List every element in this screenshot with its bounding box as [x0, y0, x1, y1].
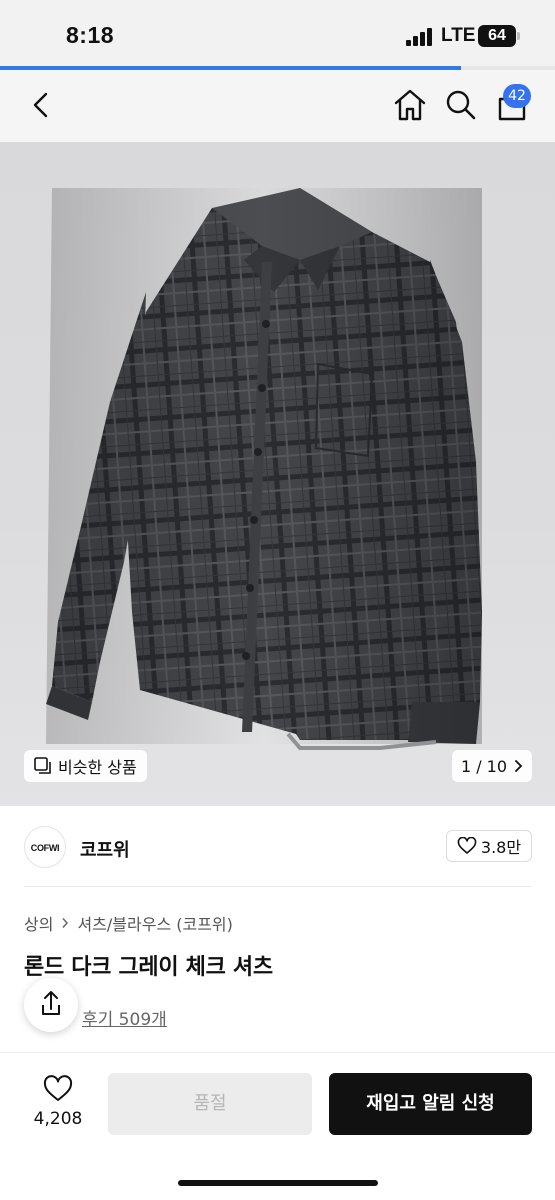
wishlist-button[interactable]: 4,208	[28, 1075, 88, 1129]
cart-count-badge: 42	[503, 84, 531, 108]
chevron-right-icon	[62, 918, 69, 928]
product-title: 론드 다크 그레이 체크 셔츠	[24, 955, 273, 980]
breadcrumb: 상의 셔츠/블라우스 (코프위)	[24, 911, 233, 935]
share-icon	[42, 991, 60, 1015]
product-image-gallery[interactable]	[0, 142, 555, 806]
battery-cap	[517, 32, 520, 40]
heart-icon	[43, 1075, 73, 1101]
restock-alert-button[interactable]: 재입고 알림 신청	[329, 1073, 532, 1135]
shop-like-count: 3.8만	[480, 838, 522, 857]
top-navigation	[0, 70, 555, 142]
breadcrumb-item-subcategory[interactable]: 셔츠/블라우스 (코프위)	[77, 911, 232, 935]
home-indicator[interactable]	[178, 1180, 378, 1186]
similar-icon	[34, 757, 51, 774]
bottom-action-bar: 4,208 품절 재입고 알림 신청	[0, 1052, 555, 1200]
shop-name[interactable]: 코프위	[80, 836, 130, 862]
divider	[24, 886, 531, 887]
soldout-button: 품절	[108, 1073, 312, 1135]
reviews-link[interactable]: 후기 509개	[82, 1005, 167, 1030]
battery-icon: 64	[478, 25, 516, 47]
search-icon[interactable]	[442, 86, 480, 124]
shop-like-button[interactable]: 3.8만	[446, 830, 532, 862]
image-pager[interactable]: 1 / 10	[452, 750, 532, 782]
similar-products-label: 비슷한 상품	[58, 758, 137, 777]
wishlist-count: 4,208	[33, 1109, 83, 1129]
share-button[interactable]	[24, 978, 78, 1032]
shirt-image	[46, 188, 482, 750]
network-label: LTE	[441, 25, 476, 46]
breadcrumb-item-category[interactable]: 상의	[24, 911, 53, 935]
shop-logo[interactable]: COFWI	[24, 826, 66, 868]
status-time: 8:18	[66, 22, 115, 48]
shop-row[interactable]: COFWI 코프위 3.8만	[0, 806, 555, 886]
chevron-right-icon	[515, 760, 523, 772]
heart-icon	[457, 837, 477, 854]
signal-icon	[406, 28, 434, 46]
home-icon[interactable]	[391, 86, 429, 124]
back-icon[interactable]	[22, 86, 60, 124]
image-page-indicator: 1 / 10	[460, 756, 508, 776]
similar-products-button[interactable]: 비슷한 상품	[24, 750, 147, 782]
status-bar: 8:18 LTE 64	[0, 0, 555, 66]
